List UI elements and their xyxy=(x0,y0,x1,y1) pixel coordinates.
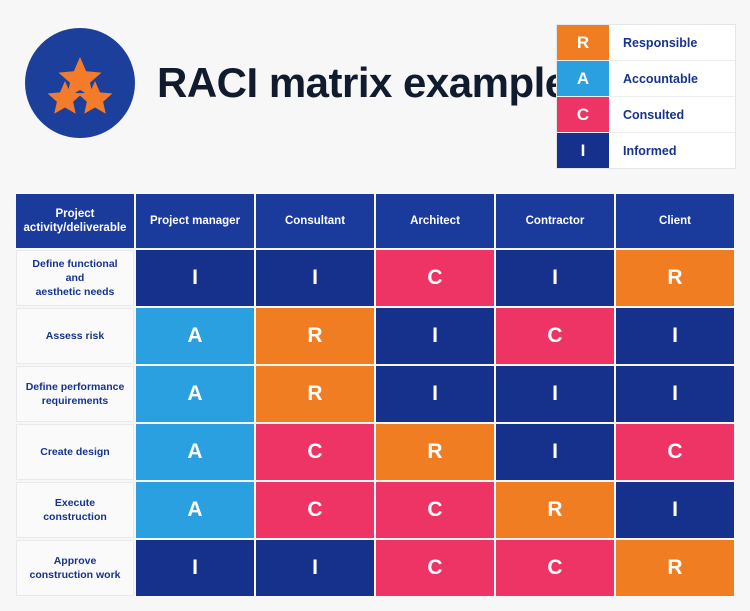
matrix-cell: C xyxy=(616,424,734,480)
row-label-line: and xyxy=(65,271,85,284)
matrix-cell: R xyxy=(616,250,734,306)
matrix-header-row: Project activity/deliverable Project man… xyxy=(16,194,734,248)
matrix-cell: C xyxy=(256,424,374,480)
row-label-line: Define functional xyxy=(32,257,118,270)
matrix-cell: I xyxy=(376,308,494,364)
table-row: Create design A C R I C xyxy=(16,424,734,480)
matrix-cell: I xyxy=(616,482,734,538)
row-label: Assess risk xyxy=(16,308,134,364)
table-row: Assess risk A R I C I xyxy=(16,308,734,364)
column-header-project-manager: Project manager xyxy=(136,194,254,248)
header-area: RACI matrix example R Responsible A Acco… xyxy=(0,0,750,180)
legend-key-c: C xyxy=(557,97,609,132)
matrix-cell: I xyxy=(496,250,614,306)
legend-key-r: R xyxy=(557,25,609,60)
legend-key-i: I xyxy=(557,133,609,168)
matrix-cell: R xyxy=(256,308,374,364)
row-label-line: aesthetic needs xyxy=(35,286,115,299)
matrix-cell: C xyxy=(496,308,614,364)
column-header-architect: Architect xyxy=(376,194,494,248)
legend-key-a: A xyxy=(557,61,609,96)
legend-label-informed: Informed xyxy=(623,143,677,158)
table-row: Define performance requirements A R I I … xyxy=(16,366,734,422)
matrix-cell: A xyxy=(136,424,254,480)
matrix-cell: C xyxy=(376,540,494,596)
legend-item-consulted: C Consulted xyxy=(557,97,735,133)
column-header-activity-line1: Project xyxy=(55,207,95,220)
legend-item-informed: I Informed xyxy=(557,133,735,168)
matrix-cell: R xyxy=(616,540,734,596)
legend-label-responsible: Responsible xyxy=(623,35,698,50)
row-label: Define functional and aesthetic needs xyxy=(16,250,134,306)
matrix-cell: I xyxy=(136,540,254,596)
matrix-cell: R xyxy=(376,424,494,480)
legend-item-accountable: A Accountable xyxy=(557,61,735,97)
matrix-cell: A xyxy=(136,366,254,422)
column-header-contractor: Contractor xyxy=(496,194,614,248)
legend-label-consulted: Consulted xyxy=(623,107,685,122)
row-label: Create design xyxy=(16,424,134,480)
legend-item-responsible: R Responsible xyxy=(557,25,735,61)
matrix-cell: I xyxy=(136,250,254,306)
raci-matrix-table: Project activity/deliverable Project man… xyxy=(14,192,736,598)
matrix-cell: I xyxy=(616,366,734,422)
matrix-cell: I xyxy=(496,424,614,480)
three-stars-circle-logo-icon xyxy=(25,28,135,138)
row-label-line: Assess risk xyxy=(45,329,105,342)
row-label-line: Define performance xyxy=(25,380,125,393)
row-label-line: Create design xyxy=(40,445,110,458)
matrix-cell: C xyxy=(256,482,374,538)
matrix-cell: I xyxy=(616,308,734,364)
matrix-cell: C xyxy=(376,250,494,306)
page-title: RACI matrix example xyxy=(157,59,568,106)
row-label-line: Execute xyxy=(54,496,96,509)
table-row: Execute construction A C C R I xyxy=(16,482,734,538)
column-header-client: Client xyxy=(616,194,734,248)
row-label: Define performance requirements xyxy=(16,366,134,422)
matrix-cell: I xyxy=(256,540,374,596)
column-header-consultant: Consultant xyxy=(256,194,374,248)
row-label-line: requirements xyxy=(41,395,109,407)
matrix-cell: A xyxy=(136,482,254,538)
column-header-activity-line2: activity/deliverable xyxy=(23,222,127,234)
row-label: Execute construction xyxy=(16,482,134,538)
matrix-cell: I xyxy=(256,250,374,306)
row-label-line: construction work xyxy=(29,569,121,581)
matrix-cell: I xyxy=(496,366,614,422)
legend-label-accountable: Accountable xyxy=(623,71,699,86)
table-row: Define functional and aesthetic needs I … xyxy=(16,250,734,306)
row-label: Approve construction work xyxy=(16,540,134,596)
matrix-cell: C xyxy=(496,540,614,596)
row-label-line: Approve xyxy=(53,554,97,567)
brand-block: RACI matrix example xyxy=(25,28,568,138)
table-row: Approve construction work I I C C R xyxy=(16,540,734,596)
matrix-cell: C xyxy=(376,482,494,538)
column-header-activity: Project activity/deliverable xyxy=(16,194,134,248)
row-label-line: construction xyxy=(43,511,107,523)
matrix-cell: A xyxy=(136,308,254,364)
legend: R Responsible A Accountable C Consulted … xyxy=(556,24,736,169)
matrix-cell: R xyxy=(496,482,614,538)
matrix-cell: R xyxy=(256,366,374,422)
matrix-cell: I xyxy=(376,366,494,422)
